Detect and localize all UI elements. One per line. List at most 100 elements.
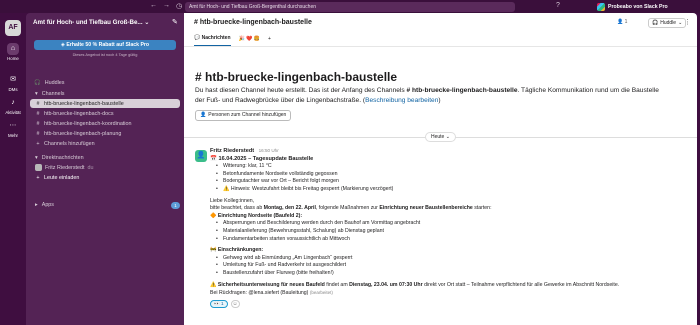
bell-icon: ♪ [11, 99, 15, 106]
channel-intro-title: # htb-bruecke-lingenbach-baustelle [195, 70, 398, 84]
plus-icon: + [36, 174, 40, 181]
dm-name: Fritz Riederstedt [45, 164, 85, 171]
slack-logo-icon [597, 2, 605, 11]
rail-more-label: Mehr [7, 133, 18, 138]
safety-notice: ⚠️ Sicherheitsunterweisung für neues Bau… [210, 282, 690, 290]
tab-emoji[interactable]: 🎉 ❤️ 🍔 [239, 36, 260, 46]
chevron-down-icon: ⌄ [144, 19, 150, 26]
edited-label: (bearbeitet) [309, 290, 333, 296]
channel-label: htb-bruecke-lingenbach-docs [44, 110, 114, 117]
rail-home-label: Home [7, 56, 19, 61]
sidebar-item-channel[interactable]: # htb-bruecke-lingenbach-koordination [30, 119, 180, 128]
channels-header-label: Channels [41, 91, 65, 97]
channel-intro-text: Du hast diesen Channel heute erstellt. D… [195, 86, 665, 105]
help-icon[interactable]: ? [556, 2, 560, 9]
reactions: 👀 1 ☺ [210, 299, 690, 308]
history-icon[interactable]: ◷ [176, 2, 182, 10]
add-channels-button[interactable]: + Channels hinzufügen [30, 139, 180, 148]
intro-text-part: Du hast diesen Channel heute erstellt. D… [195, 87, 407, 94]
warning-icon: ⚠️ [210, 281, 218, 288]
workspace-name-label: Amt für Hoch- und Tiefbau Groß-Be... [33, 19, 143, 26]
promo-subtext: Dieses Angebot ist noch 4 Tage gültig [72, 52, 138, 57]
add-reaction-icon[interactable]: ☺ [230, 299, 240, 308]
caret-down-icon: ▾ [35, 155, 38, 161]
notice-text: bitte beachtet, dass ab [210, 205, 264, 212]
workspace-badge[interactable]: AF [5, 20, 21, 36]
avatar [35, 164, 42, 171]
message-timestamp[interactable]: 16:50 Uhr [259, 148, 279, 153]
more-icon[interactable]: ⋮ [684, 18, 691, 26]
add-people-label: Personen zum Channel hinzufügen [208, 112, 287, 118]
caret-right-icon: ▸ [35, 202, 38, 208]
back-arrow-icon[interactable]: ← [150, 2, 157, 10]
add-tab-button[interactable]: + [268, 36, 271, 46]
member-count-value: 1 [624, 19, 628, 25]
header-divider [184, 46, 697, 47]
tab-messages[interactable]: 💬 Nachrichten [194, 35, 231, 46]
dm-section-header[interactable]: ▾ Direktnachrichten [35, 155, 84, 161]
channel-title[interactable]: # htb-bruecke-lingenbach-baustelle [194, 19, 312, 26]
intro-text-part: ) [438, 96, 441, 104]
sidebar-item-channel[interactable]: # htb-bruecke-lingenbach-baustelle [30, 99, 180, 108]
promo-label: Erhalte 50 % Rabatt auf Slack Pro [66, 42, 150, 48]
huddle-button[interactable]: 🎧 Huddle ⌄ [648, 18, 687, 28]
add-people-button[interactable]: 👤 Personen zum Channel hinzufügen [195, 110, 292, 121]
channel-pane: # htb-bruecke-lingenbach-baustelle 👤 1 🎧… [184, 13, 697, 325]
edit-description-link[interactable]: Beschreibung bearbeiten [365, 97, 438, 104]
list-item: Umleitung für Fuß- und Radverkehr ist au… [210, 262, 690, 270]
forward-arrow-icon[interactable]: → [163, 2, 170, 10]
hash-icon: # [36, 110, 40, 117]
channel-label: htb-bruecke-lingenbach-planung [44, 130, 122, 137]
date-divider-label: Heute [431, 134, 445, 140]
trial-button[interactable]: Probeabo von Slack Pro [597, 1, 668, 12]
search-input[interactable]: Amt für Hoch- und Tiefbau Groß-Bergentha… [185, 1, 515, 12]
rail-activity-label: Aktivität [5, 110, 21, 115]
apps-label: Apps [41, 202, 55, 208]
safety-date: Dienstag, 23.04. um 07:30 Uhr [349, 281, 423, 288]
hash-icon: # [36, 130, 40, 137]
sidebar-item-channel[interactable]: # htb-bruecke-lingenbach-planung [30, 129, 180, 138]
dots-icon: ⋯ [9, 122, 17, 129]
invite-people-button[interactable]: + Leute einladen [30, 173, 180, 182]
reaction-eyes[interactable]: 👀 1 [210, 299, 228, 308]
rail-dms[interactable]: ✉ DMs [0, 74, 26, 92]
chat-icon: ✉ [10, 76, 16, 83]
promo-button[interactable]: ◈ Erhalte 50 % Rabatt auf Slack Pro [34, 40, 176, 50]
message-icon: 💬 [194, 35, 201, 41]
member-count[interactable]: 👤 1 [617, 19, 627, 25]
message-notice: bitte beachtet, dass ab Montag, den 22. … [210, 205, 690, 213]
avatar[interactable]: 👤 [195, 150, 207, 162]
history-nav: ← → ◷ [150, 2, 182, 10]
sidebar-item-dm[interactable]: Fritz Riederstedt du [30, 163, 180, 172]
dm-you-label: du [87, 164, 94, 171]
rail-home[interactable]: ⌂ Home [0, 43, 26, 61]
apps-section-header[interactable]: ▸ Apps [35, 202, 54, 208]
message-author[interactable]: Fritz Riederstedt [210, 148, 254, 154]
rail-activity[interactable]: ♪ Aktivität [0, 97, 26, 115]
list-item: Absperrungen und Beschilderung werden du… [210, 220, 690, 228]
person-icon: 👤 [617, 19, 624, 25]
workspace-name[interactable]: Amt für Hoch- und Tiefbau Groß-Be... ⌄ [33, 19, 149, 26]
huddle-label: Huddle [660, 20, 677, 26]
hash-icon: # [36, 100, 40, 107]
list-item: Gehweg wird ab Einmündung „Am Lingenbach… [210, 255, 690, 263]
add-channels-label: Channels hinzufügen [44, 140, 95, 147]
compose-icon[interactable]: ✎ [172, 18, 178, 26]
date-divider[interactable]: Heute ⌄ [425, 132, 456, 142]
intro-channel-name: # htb-bruecke-lingenbach-baustelle [406, 87, 518, 94]
list-item: ⚠️ Hinweis: Westzufahrt bleibt bis Freit… [210, 186, 690, 194]
list-item: Bodengutachter war vor Ort – Bericht fol… [210, 178, 690, 186]
top-bar: ← → ◷ Amt für Hoch- und Tiefbau Groß-Ber… [0, 0, 700, 13]
chevron-down-icon: ⌄ [445, 134, 450, 140]
channel-label: htb-bruecke-lingenbach-koordination [44, 120, 132, 127]
sidebar-item-channel[interactable]: # htb-bruecke-lingenbach-docs [30, 109, 180, 118]
safety-text: direkt vor Ort statt – Teilnahme verpfli… [422, 281, 620, 288]
huddles-item[interactable]: 🎧 Huddles [34, 80, 65, 86]
list-item: Materialanlieferung (Bewehrungsstahl, Sc… [210, 228, 690, 236]
rail-more[interactable]: ⋯ Mehr [0, 120, 26, 138]
section-title: 🔶 Einrichtung Nordseite (Baufeld 2): [210, 212, 303, 219]
message-greeting: Liebe Kolleg:innen, [210, 197, 255, 204]
message-heading: 📅 16.04.2025 – Tagesupdate Baustelle [210, 155, 314, 162]
home-icon: ⌂ [7, 43, 19, 55]
channels-section-header[interactable]: ▾ Channels [35, 91, 65, 97]
